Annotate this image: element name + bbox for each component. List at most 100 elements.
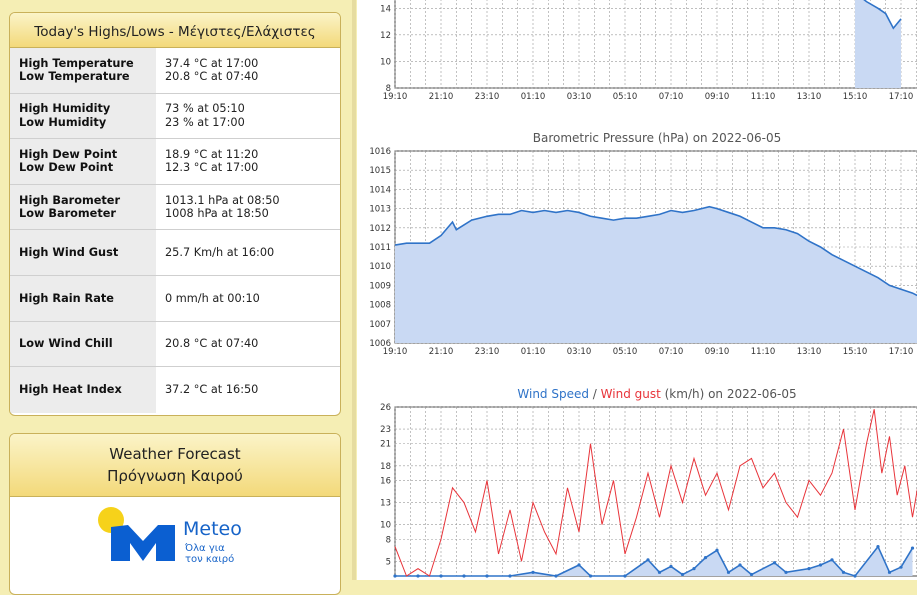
- highs-lows-value: 37.4 °C at 17:00: [165, 56, 259, 70]
- chart-title-part: /: [589, 387, 601, 401]
- x-tick-label: 11:10: [751, 92, 776, 102]
- highs-lows-row: High Dew Point Low Dew Point 18.9 °C at 11…: [10, 139, 340, 185]
- chart-title-part: (km/h) on 2022-06-05: [661, 387, 797, 401]
- y-tick-label: 1016: [369, 147, 391, 157]
- y-tick-label: 1010: [369, 262, 391, 272]
- x-tick-label: 09:10: [705, 347, 730, 357]
- chart-title: Wind Speed / Wind gust (km/h) on 2022-06…: [517, 387, 796, 401]
- x-tick-label: 21:10: [429, 92, 454, 102]
- x-tick-label: 01:10: [521, 347, 546, 357]
- data-point: [738, 563, 742, 567]
- highs-lows-label: High Dew Point: [19, 147, 118, 161]
- data-point: [772, 561, 777, 565]
- y-tick-label: 12: [380, 31, 391, 41]
- x-tick-label: 21:10: [429, 347, 454, 357]
- highs-lows-label: High Temperature: [19, 56, 134, 70]
- data-point: [508, 574, 512, 578]
- y-tick-label: 1011: [369, 243, 391, 253]
- highs-lows-value-cell: 1013.1 hPa at 08:50 1008 hPa at 18:50: [156, 185, 340, 230]
- highs-lows-table: High Temperature Low Temperature 37.4 °C a…: [10, 48, 340, 413]
- highs-lows-row: High Temperature Low Temperature 37.4 °C a…: [10, 48, 340, 94]
- chart-title: Barometric Pressure (hPa) on 2022-06-05: [533, 131, 781, 145]
- highs-lows-value-cell: 37.4 °C at 17:00 20.8 °C at 07:40: [156, 48, 340, 93]
- y-tick-label: 1012: [369, 224, 391, 234]
- highs-lows-label-cell: High Barometer Low Barometer: [10, 184, 156, 230]
- x-tick-label: 07:10: [659, 347, 684, 357]
- highs-lows-panel: Today's Highs/Lows - Μέγιστες/Ελάχιστες …: [9, 12, 341, 416]
- x-tick-label: 09:10: [705, 92, 730, 102]
- y-tick-label: 18: [380, 462, 391, 472]
- highs-lows-label-cell: High Temperature Low Temperature: [10, 48, 156, 93]
- highs-lows-label-cell: High Dew Point Low Dew Point: [10, 139, 156, 184]
- highs-lows-label: Low Wind Chill: [19, 337, 113, 351]
- data-point: [623, 574, 627, 578]
- highs-lows-label: Low Dew Point: [19, 161, 114, 175]
- y-tick-label: 1008: [369, 301, 391, 311]
- data-point: [784, 570, 788, 574]
- chart-title-part: Wind Speed: [517, 387, 589, 401]
- highs-lows-value: 25.7 Km/h at 16:00: [165, 245, 275, 259]
- plot-area: [394, 0, 917, 89]
- x-tick-label: 05:10: [613, 92, 638, 102]
- data-point: [588, 574, 593, 578]
- y-tick-label: 21: [380, 440, 391, 450]
- highs-lows-value: 1013.1 hPa at 08:50: [165, 193, 280, 207]
- x-tick-label: 03:10: [567, 92, 592, 102]
- x-tick-label: 19:10: [383, 347, 408, 357]
- x-tick-label: 13:10: [797, 92, 822, 102]
- data-point: [680, 572, 685, 577]
- x-tick-label: 15:10: [843, 92, 868, 102]
- column-divider: [352, 0, 356, 580]
- highs-lows-title: Today's Highs/Lows - Μέγιστες/Ελάχιστες: [10, 13, 340, 48]
- highs-lows-value: 20.8 °C at 07:40: [165, 70, 259, 84]
- highs-lows-value-cell: 18.9 °C at 11:20 12.3 °C at 17:00: [156, 139, 340, 184]
- highs-lows-value-cell: 20.8 °C at 07:40: [156, 322, 340, 367]
- forecast-panel[interactable]: Weather Forecast Πρόγνωση Καιρού Meteo Ό…: [9, 433, 341, 595]
- highs-lows-value: 12.3 °C at 17:00: [165, 161, 259, 175]
- y-tick-label: 23: [380, 425, 391, 435]
- highs-lows-label-cell: High Rain Rate: [10, 275, 156, 321]
- sidebar: Today's Highs/Lows - Μέγιστες/Ελάχιστες …: [0, 0, 355, 595]
- highs-lows-value: 18.9 °C at 11:20: [165, 147, 259, 161]
- meteo-logo-link[interactable]: Meteo Όλα για τον καιρό: [10, 497, 340, 594]
- meteo-name: Meteo: [183, 518, 242, 540]
- highs-lows-value-cell: 73 % at 05:10 23 % at 17:00: [156, 94, 340, 139]
- data-point: [749, 572, 754, 577]
- highs-lows-label: High Barometer: [19, 193, 121, 207]
- charts-svg: 810121419:10 21:10 23:10 01:10 03:10 05:10 07:…: [369, 0, 917, 578]
- x-tick-label: 19:10: [383, 92, 408, 102]
- highs-lows-label-cell: High Wind Gust: [10, 230, 156, 275]
- highs-lows-value: 20.8 °C at 07:40: [165, 337, 259, 351]
- highs-lows-value: 37.2 °C at 16:50: [165, 383, 259, 397]
- highs-lows-label: Low Barometer: [19, 207, 116, 221]
- meteo-tagline-2: τον καιρό: [185, 553, 234, 565]
- data-point: [853, 574, 857, 578]
- highs-lows-label: Low Humidity: [19, 115, 107, 129]
- y-tick-label: 8: [386, 535, 391, 545]
- data-point: [416, 574, 420, 578]
- data-point: [807, 567, 811, 571]
- data-point: [646, 558, 650, 562]
- plot-area: [394, 406, 917, 577]
- data-point: [876, 545, 880, 549]
- highs-lows-row: High Heat Index 37.2 °C at 16:50: [10, 367, 340, 413]
- highs-lows-value-cell: 0 mm/h at 00:10: [156, 276, 340, 321]
- chart-title-part: Wind gust: [601, 387, 661, 401]
- forecast-title-en: Weather Forecast: [109, 445, 241, 463]
- data-point: [899, 565, 903, 569]
- highs-lows-value: 0 mm/h at 00:10: [165, 291, 260, 305]
- highs-lows-label-cell: High Humidity Low Humidity: [10, 93, 156, 139]
- x-tick-label: 15:10: [843, 347, 868, 357]
- x-tick-label: 01:10: [521, 92, 546, 102]
- x-tick-label: 13:10: [797, 347, 822, 357]
- data-point: [830, 558, 834, 562]
- x-tick-label: 23:10: [475, 347, 500, 357]
- data-point: [818, 563, 823, 567]
- data-point: [887, 570, 892, 574]
- highs-lows-value: 73 % at 05:10: [165, 102, 245, 116]
- x-tick-label: 05:10: [613, 347, 638, 357]
- y-tick-label: 5: [386, 557, 391, 567]
- data-point: [657, 570, 662, 574]
- highs-lows-value-cell: 25.7 Km/h at 16:00: [156, 230, 340, 275]
- x-tick-label: 17:10: [889, 92, 914, 102]
